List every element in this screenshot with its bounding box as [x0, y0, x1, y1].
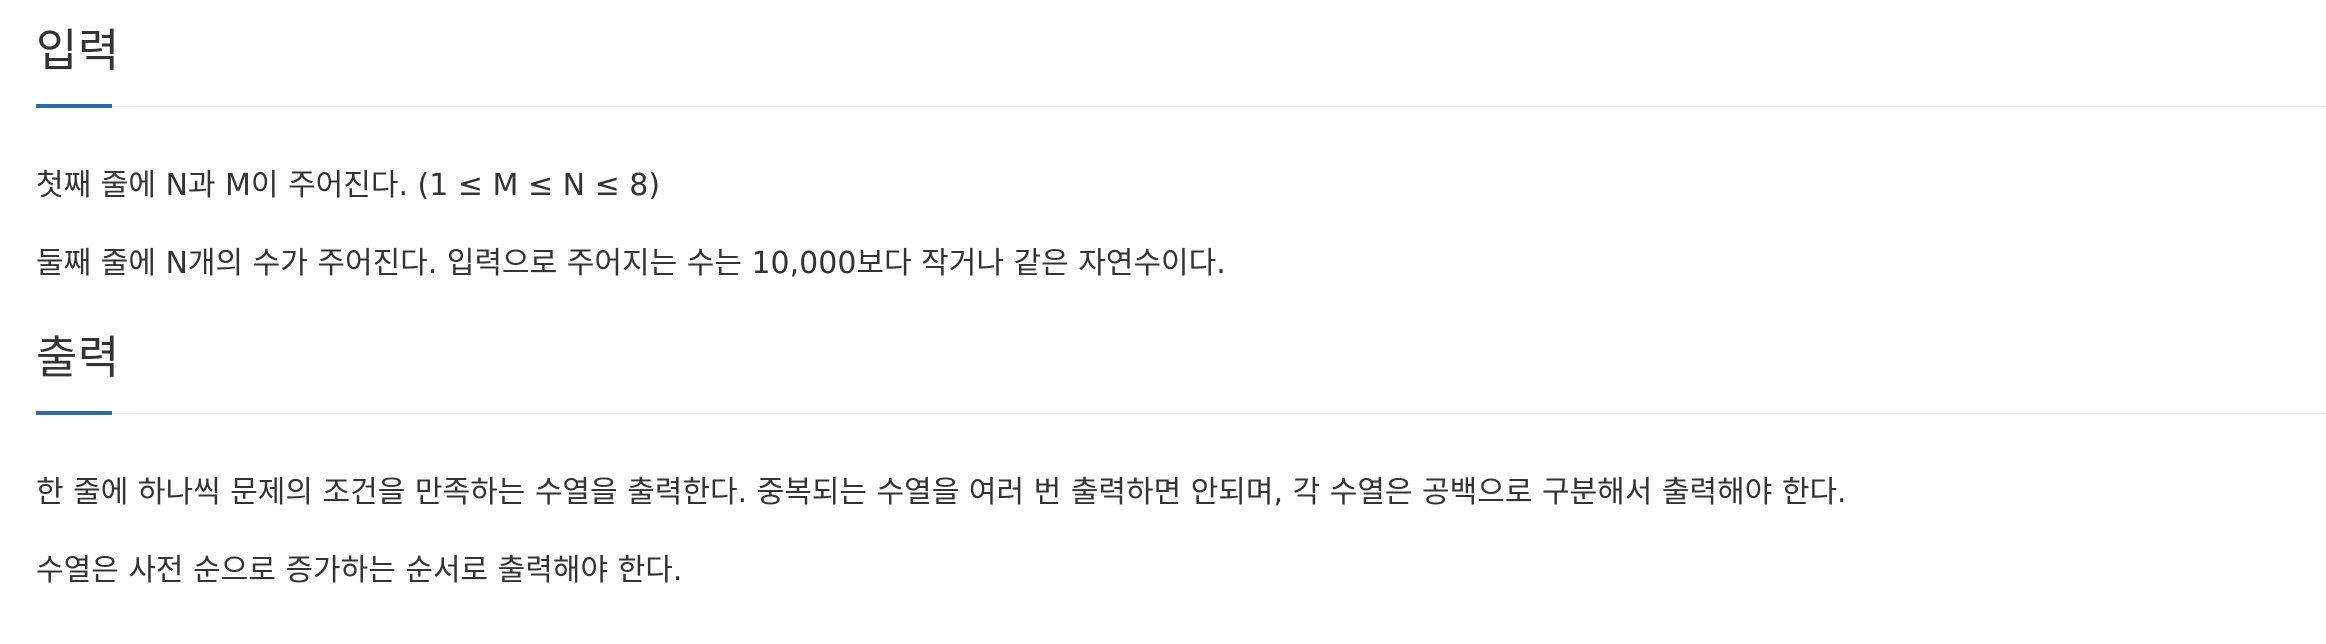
input-heading-bar: 입력 [36, 0, 2326, 108]
output-section: 출력 한 줄에 하나씩 문제의 조건을 만족하는 수열을 출력한다. 중복되는 … [36, 307, 2326, 588]
output-paragraph-2: 수열은 사전 순으로 증가하는 순서로 출력해야 한다. [36, 553, 683, 588]
output-paragraph-1: 한 줄에 하나씩 문제의 조건을 만족하는 수열을 출력한다. 중복되는 수열을… [36, 475, 1847, 510]
input-heading: 입력 [36, 24, 120, 77]
output-heading-bar: 출력 [36, 307, 2326, 415]
input-paragraph-1: 첫째 줄에 N과 M이 주어진다. (1 ≤ M ≤ N ≤ 8) [36, 168, 661, 203]
problem-description: 입력 첫째 줄에 N과 M이 주어진다. (1 ≤ M ≤ N ≤ 8) 둘째 … [0, 0, 2326, 644]
output-heading: 출력 [36, 331, 120, 384]
input-section: 입력 첫째 줄에 N과 M이 주어진다. (1 ≤ M ≤ N ≤ 8) 둘째 … [36, 0, 2326, 281]
input-paragraph-2: 둘째 줄에 N개의 수가 주어진다. 입력으로 주어지는 수는 10,000보다… [36, 246, 1226, 281]
input-heading-underline [36, 104, 112, 108]
output-heading-underline [36, 411, 112, 415]
